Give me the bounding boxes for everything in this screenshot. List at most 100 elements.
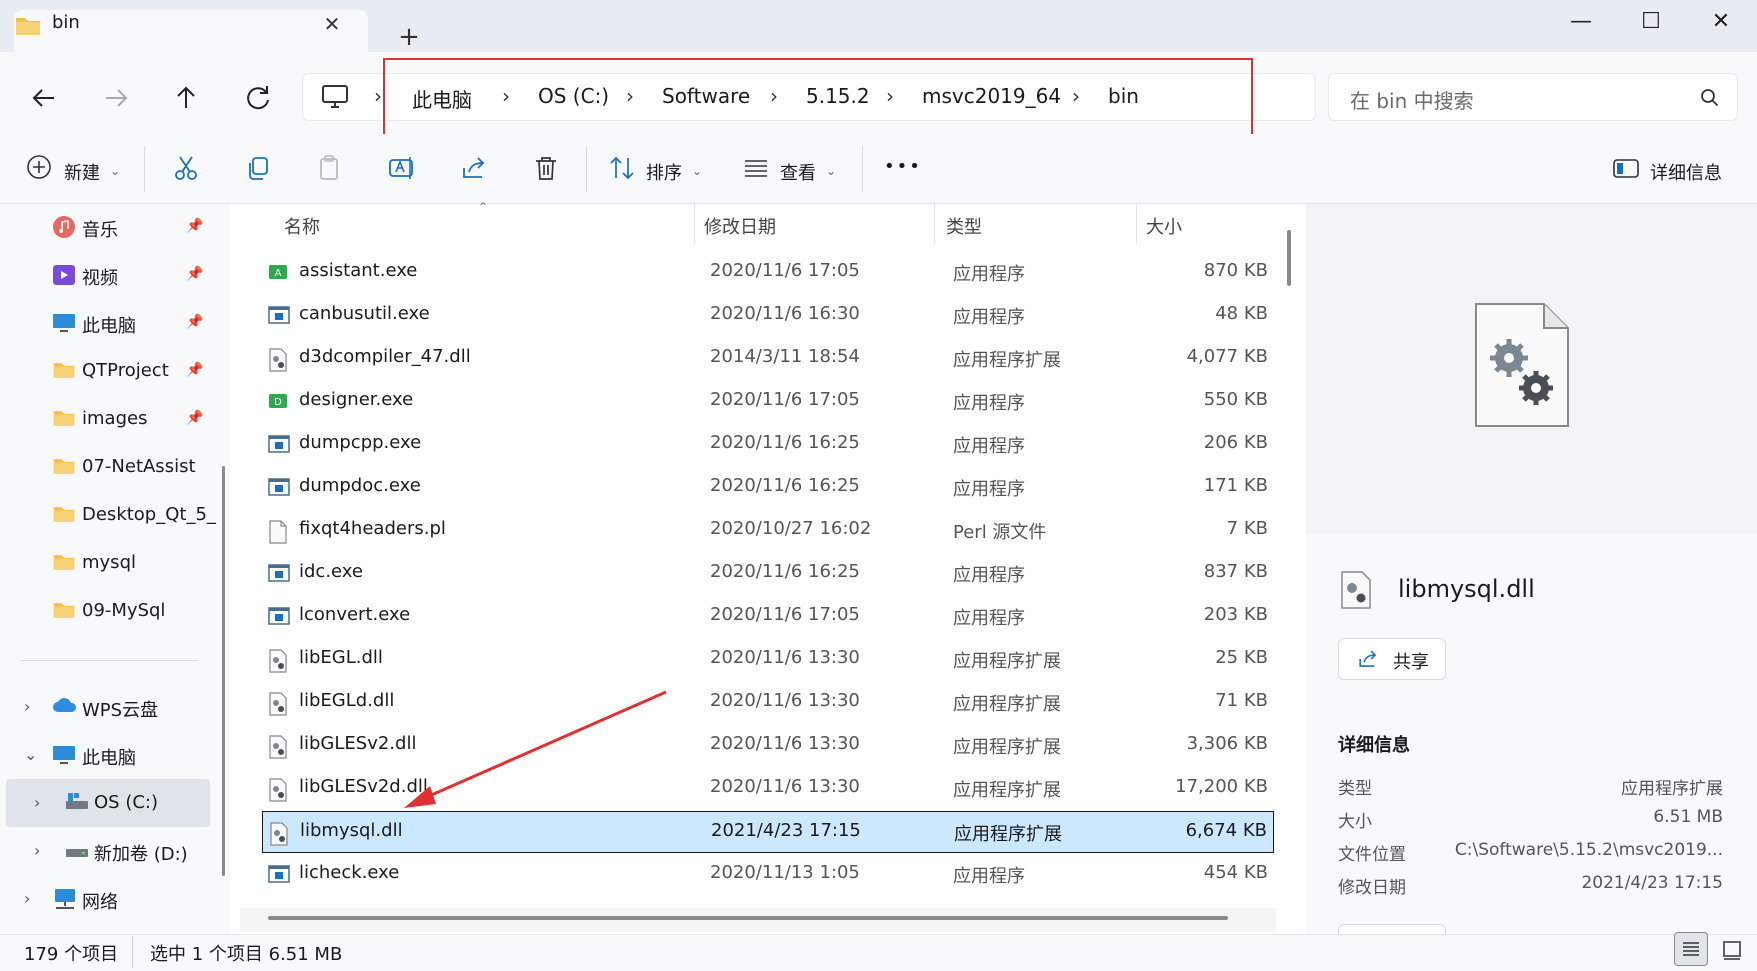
exe-icon bbox=[268, 477, 290, 497]
network-icon bbox=[52, 887, 78, 911]
back-arrow-icon bbox=[32, 89, 54, 107]
table-row[interactable]: fixqt4headers.pl 2020/10/27 16:02 Perl 源文件… bbox=[262, 510, 1274, 552]
paste-button[interactable] bbox=[316, 154, 344, 182]
table-row[interactable]: libEGL.dll 2020/11/6 13:30 应用程序扩展 25 KB bbox=[262, 639, 1274, 681]
vertical-scrollbar-thumb[interactable] bbox=[1287, 230, 1291, 286]
sidebar-item-wps-cloud[interactable]: › WPS云盘 bbox=[0, 684, 210, 730]
share-button-label[interactable]: 共享 bbox=[1393, 648, 1429, 674]
computer-icon[interactable] bbox=[320, 83, 350, 111]
sidebar-item-this-pc[interactable]: 此电脑 📌 bbox=[0, 300, 210, 346]
sidebar-item-qtproject[interactable]: QTProject 📌 bbox=[0, 348, 210, 394]
tab-close-button[interactable]: ✕ bbox=[318, 10, 346, 38]
more-options-button[interactable]: ••• bbox=[884, 156, 922, 177]
file-type: 应用程序扩展 bbox=[954, 824, 1062, 845]
refresh-button[interactable] bbox=[238, 78, 278, 118]
chevron-down-icon[interactable]: ⌄ bbox=[826, 164, 836, 178]
table-row[interactable]: dumpdoc.exe 2020/11/6 16:25 应用程序 171 KB bbox=[262, 467, 1274, 509]
sidebar-item-07-netassist[interactable]: 07-NetAssist bbox=[0, 444, 210, 490]
sidebar-item-drive-d[interactable]: › 新加卷 (D:) bbox=[0, 828, 210, 874]
sidebar-item-os-c[interactable]: › OS (C:) bbox=[0, 780, 210, 826]
column-divider[interactable] bbox=[934, 204, 935, 244]
chevron-right-icon[interactable]: › bbox=[34, 841, 40, 860]
minimize-button[interactable]: — bbox=[1546, 0, 1616, 44]
large-icons-view-button[interactable] bbox=[1716, 934, 1750, 966]
sidebar-item-music[interactable]: 音乐 📌 bbox=[0, 204, 210, 250]
table-row[interactable]: dumpcpp.exe 2020/11/6 16:25 应用程序 206 KB bbox=[262, 424, 1274, 466]
table-row[interactable]: libGLESv2d.dll 2020/11/6 13:30 应用程序扩展 17,20… bbox=[262, 768, 1274, 810]
file-name: libmysql.dll bbox=[300, 820, 403, 841]
dll-small-icon bbox=[1340, 570, 1372, 610]
details-more-button[interactable] bbox=[1338, 924, 1446, 934]
horizontal-scrollbar-thumb[interactable] bbox=[268, 916, 1228, 920]
file-type: 应用程序 bbox=[953, 393, 1025, 414]
copy-button[interactable] bbox=[244, 154, 272, 182]
share-icon[interactable] bbox=[1356, 648, 1380, 670]
sidebar-scrollbar[interactable] bbox=[222, 466, 225, 876]
close-window-button[interactable]: ✕ bbox=[1686, 0, 1756, 44]
new-button-label[interactable]: 新建 bbox=[64, 159, 100, 185]
search-icon[interactable] bbox=[1700, 88, 1720, 108]
chevron-down-icon[interactable]: ⌄ bbox=[24, 745, 37, 764]
view-button[interactable] bbox=[742, 154, 770, 182]
sidebar-item-images[interactable]: images 📌 bbox=[0, 396, 210, 442]
file-size: 171 KB bbox=[1203, 475, 1268, 496]
table-row[interactable]: Aassistant.exe 2020/11/6 17:05 应用程序 870 KB bbox=[262, 252, 1274, 294]
file-type: 应用程序扩展 bbox=[953, 350, 1061, 371]
table-row[interactable]: libEGLd.dll 2020/11/6 13:30 应用程序扩展 71 KB bbox=[262, 682, 1274, 724]
chevron-right-icon[interactable]: › bbox=[374, 84, 382, 108]
details-pane-label[interactable]: 详细信息 bbox=[1650, 159, 1722, 185]
column-divider[interactable] bbox=[694, 204, 695, 244]
sidebar-item-desktop-qt[interactable]: Desktop_Qt_5_ bbox=[0, 492, 216, 538]
up-button[interactable] bbox=[166, 78, 206, 118]
rename-button[interactable] bbox=[388, 154, 416, 182]
detail-key-type: 类型 bbox=[1338, 779, 1372, 799]
chevron-right-icon[interactable]: › bbox=[24, 697, 30, 716]
new-tab-button[interactable]: + bbox=[392, 20, 426, 54]
file-size: 206 KB bbox=[1203, 432, 1268, 453]
sort-label[interactable]: 排序 bbox=[646, 159, 682, 185]
table-row[interactable]: lconvert.exe 2020/11/6 17:05 应用程序 203 KB bbox=[262, 596, 1274, 638]
cut-button[interactable] bbox=[172, 154, 200, 182]
chevron-down-icon[interactable]: ⌄ bbox=[692, 164, 702, 178]
table-row-selected[interactable]: libmysql.dll 2021/4/23 17:15 应用程序扩展 6,674 K… bbox=[262, 811, 1274, 853]
delete-button[interactable] bbox=[532, 154, 560, 182]
sidebar-item-network[interactable]: › 网络 bbox=[0, 876, 210, 922]
column-header-date[interactable]: 修改日期 bbox=[704, 213, 776, 239]
details-view-button[interactable] bbox=[1674, 932, 1708, 966]
table-row[interactable]: libGLESv2.dll 2020/11/6 13:30 应用程序扩展 3,306 … bbox=[262, 725, 1274, 767]
forward-button[interactable] bbox=[96, 78, 136, 118]
drive-c-icon bbox=[64, 791, 90, 813]
chevron-right-icon[interactable]: › bbox=[24, 889, 30, 908]
file-name: assistant.exe bbox=[299, 260, 418, 281]
column-header-size[interactable]: 大小 bbox=[1146, 213, 1182, 239]
column-header-name[interactable]: 名称 bbox=[284, 213, 320, 239]
share-button[interactable] bbox=[1338, 638, 1446, 680]
sidebar-item-mysql[interactable]: mysql bbox=[0, 540, 210, 586]
file-date: 2020/11/6 17:05 bbox=[710, 260, 860, 281]
table-row[interactable]: d3dcompiler_47.dll 2014/3/11 18:54 应用程序扩展 4… bbox=[262, 338, 1274, 380]
search-placeholder[interactable]: 在 bin 中搜索 bbox=[1350, 85, 1474, 114]
column-header-type[interactable]: 类型 bbox=[946, 213, 982, 239]
table-row[interactable]: canbusutil.exe 2020/11/6 16:30 应用程序 48 KB bbox=[262, 295, 1274, 337]
back-button[interactable] bbox=[24, 78, 64, 118]
details-pane-button[interactable] bbox=[1612, 154, 1640, 182]
chevron-right-icon[interactable]: › bbox=[34, 793, 40, 812]
sidebar-item-this-pc-tree[interactable]: ⌄ 此电脑 bbox=[0, 732, 210, 778]
details-view-icon bbox=[1683, 942, 1699, 956]
file-size: 454 KB bbox=[1203, 862, 1268, 883]
pin-icon: 📌 bbox=[186, 314, 204, 330]
sidebar-item-video[interactable]: 视频 📌 bbox=[0, 252, 210, 298]
sidebar-item-09-mysql[interactable]: 09-MySql bbox=[0, 588, 210, 634]
table-row[interactable]: licheck.exe 2020/11/13 1:05 应用程序 454 KB bbox=[262, 854, 1274, 896]
chevron-down-icon[interactable]: ⌄ bbox=[110, 164, 120, 178]
pin-icon: 📌 bbox=[186, 410, 204, 426]
maximize-button[interactable]: ☐ bbox=[1616, 0, 1686, 44]
table-row[interactable]: idc.exe 2020/11/6 16:25 应用程序 837 KB bbox=[262, 553, 1274, 595]
table-row[interactable]: Ddesigner.exe 2020/11/6 17:05 应用程序 550 KB bbox=[262, 381, 1274, 423]
share-toolbar-button[interactable] bbox=[460, 154, 488, 182]
sort-button[interactable] bbox=[608, 154, 636, 182]
view-label[interactable]: 查看 bbox=[780, 159, 816, 185]
file-type: Perl 源文件 bbox=[953, 522, 1047, 543]
column-divider[interactable] bbox=[1136, 204, 1137, 244]
new-button[interactable] bbox=[26, 154, 52, 180]
